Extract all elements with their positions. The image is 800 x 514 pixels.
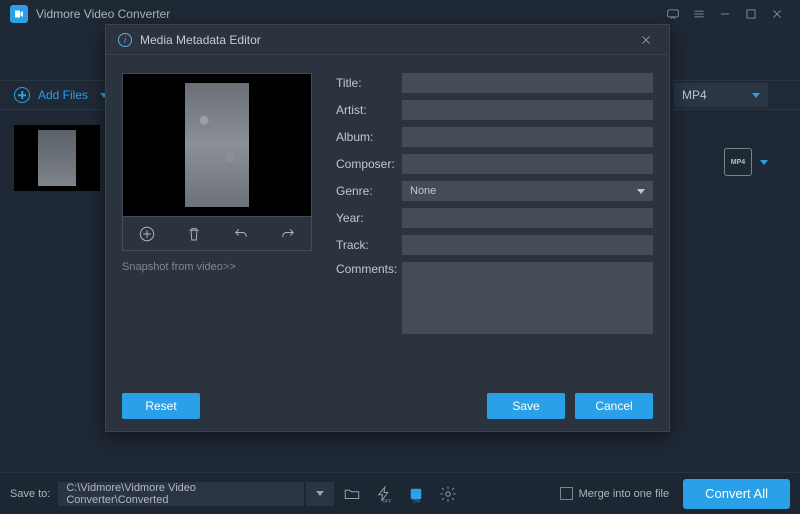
track-input[interactable] bbox=[402, 235, 653, 255]
comments-label: Comments: bbox=[336, 262, 396, 276]
save-button[interactable]: Save bbox=[487, 393, 565, 419]
genre-label: Genre: bbox=[336, 184, 396, 198]
album-label: Album: bbox=[336, 130, 396, 144]
cover-actions bbox=[122, 217, 312, 251]
genre-select[interactable]: None bbox=[402, 181, 653, 201]
item-output-format[interactable]: MP4 bbox=[724, 148, 768, 176]
plus-circle-icon bbox=[14, 87, 30, 103]
cover-preview bbox=[122, 73, 312, 217]
settings-button[interactable] bbox=[434, 482, 462, 506]
chevron-down-icon bbox=[316, 491, 324, 496]
bottombar: Save to: C:\Vidmore\Vidmore Video Conver… bbox=[0, 472, 800, 514]
info-icon: i bbox=[118, 33, 132, 47]
snapshot-link[interactable]: Snapshot from video>> bbox=[122, 261, 312, 273]
cancel-button[interactable]: Cancel bbox=[575, 393, 653, 419]
reset-button[interactable]: Reset bbox=[122, 393, 200, 419]
year-label: Year: bbox=[336, 211, 396, 225]
metadata-form: Title: Artist: Album: Composer: Genre: N… bbox=[336, 73, 653, 371]
artist-label: Artist: bbox=[336, 103, 396, 117]
media-list-item[interactable] bbox=[14, 125, 100, 191]
output-format-dropdown[interactable]: MP4 bbox=[674, 83, 768, 107]
add-cover-button[interactable] bbox=[136, 223, 158, 245]
composer-input[interactable] bbox=[402, 154, 653, 174]
film-icon: MP4 bbox=[724, 148, 752, 176]
merge-label: Merge into one file bbox=[579, 488, 670, 500]
convert-all-button[interactable]: Convert All bbox=[683, 479, 790, 509]
modal-header: i Media Metadata Editor bbox=[106, 25, 669, 55]
chevron-down-icon bbox=[760, 160, 768, 165]
redo-button[interactable] bbox=[277, 223, 299, 245]
add-files-button[interactable]: Add Files bbox=[14, 87, 108, 103]
chevron-down-icon bbox=[752, 93, 760, 98]
title-input[interactable] bbox=[402, 73, 653, 93]
metadata-editor-modal: i Media Metadata Editor Snapshot from vi… bbox=[105, 24, 670, 432]
delete-cover-button[interactable] bbox=[183, 223, 205, 245]
open-folder-button[interactable] bbox=[338, 482, 366, 506]
high-speed-toggle[interactable]: OFF bbox=[370, 482, 398, 506]
feedback-icon[interactable] bbox=[660, 3, 686, 25]
maximize-button[interactable] bbox=[738, 3, 764, 25]
artist-input[interactable] bbox=[402, 100, 653, 120]
chevron-down-icon bbox=[637, 189, 645, 194]
close-button[interactable] bbox=[764, 3, 790, 25]
output-format-value: MP4 bbox=[682, 88, 707, 102]
save-to-label: Save to: bbox=[10, 488, 50, 500]
title-label: Title: bbox=[336, 76, 396, 90]
genre-value: None bbox=[410, 185, 436, 197]
svg-text:OFF: OFF bbox=[383, 498, 392, 503]
year-input[interactable] bbox=[402, 208, 653, 228]
app-logo bbox=[10, 5, 28, 23]
track-label: Track: bbox=[336, 238, 396, 252]
minimize-button[interactable] bbox=[712, 3, 738, 25]
composer-label: Composer: bbox=[336, 157, 396, 171]
modal-close-button[interactable] bbox=[635, 29, 657, 51]
modal-title: Media Metadata Editor bbox=[140, 33, 261, 47]
media-thumbnail bbox=[14, 125, 100, 191]
modal-footer: Reset Save Cancel bbox=[106, 381, 669, 431]
app-title: Vidmore Video Converter bbox=[36, 7, 170, 21]
svg-text:ON: ON bbox=[413, 498, 420, 503]
save-path-field[interactable]: C:\Vidmore\Vidmore Video Converter\Conve… bbox=[58, 482, 304, 506]
save-path-value: C:\Vidmore\Vidmore Video Converter\Conve… bbox=[66, 482, 296, 506]
save-path-dropdown[interactable] bbox=[306, 482, 334, 506]
undo-button[interactable] bbox=[230, 223, 252, 245]
checkbox-icon bbox=[560, 487, 573, 500]
comments-textarea[interactable] bbox=[402, 262, 653, 334]
add-files-label: Add Files bbox=[38, 88, 88, 102]
album-input[interactable] bbox=[402, 127, 653, 147]
gpu-accel-toggle[interactable]: ON bbox=[402, 482, 430, 506]
merge-checkbox[interactable]: Merge into one file bbox=[560, 487, 670, 500]
menu-icon[interactable] bbox=[686, 3, 712, 25]
